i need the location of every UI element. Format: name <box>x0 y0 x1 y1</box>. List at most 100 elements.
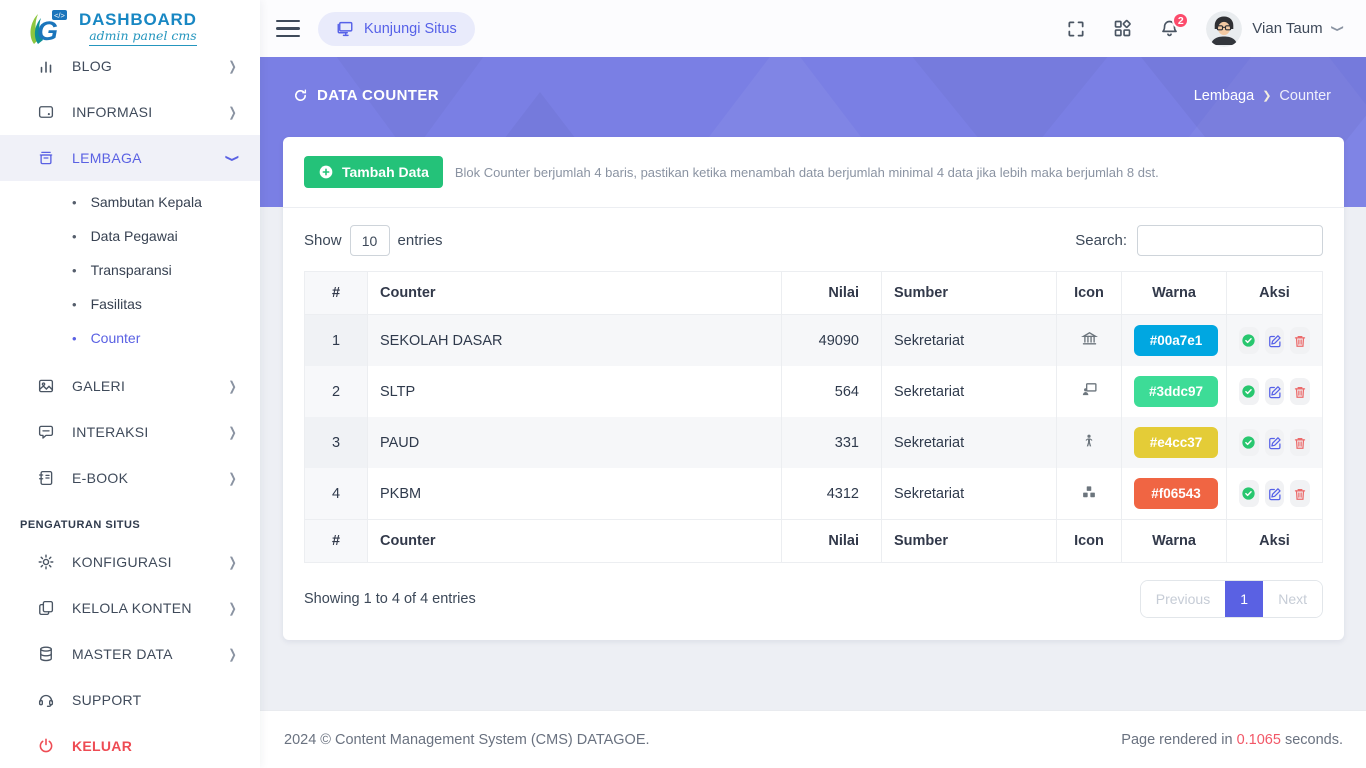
bullet-icon: • <box>72 331 77 346</box>
sidebar-item-galeri[interactable]: GALERI ❯ <box>0 363 260 409</box>
chevron-right-icon: ❯ <box>229 646 238 662</box>
col-footer-warna: Warna <box>1122 520 1227 563</box>
monitor-icon <box>336 20 354 38</box>
approve-button[interactable] <box>1239 327 1259 354</box>
edit-button[interactable] <box>1265 327 1285 354</box>
pagination-next[interactable]: Next <box>1263 581 1322 617</box>
visit-site-button[interactable]: Kunjungi Situs <box>318 12 475 46</box>
chart-bars-icon <box>36 56 56 76</box>
cell-counter: PAUD <box>368 417 782 468</box>
pagination-previous[interactable]: Previous <box>1141 581 1225 617</box>
user-name: Vian Taum <box>1252 20 1322 37</box>
edit-button[interactable] <box>1265 378 1285 405</box>
col-header-icon[interactable]: Icon <box>1057 272 1122 315</box>
col-header-warna[interactable]: Warna <box>1122 272 1227 315</box>
pagination-page-1[interactable]: 1 <box>1225 581 1263 617</box>
lembaga-submenu: • Sambutan Kepala • Data Pegawai • Trans… <box>0 181 260 363</box>
approve-button[interactable] <box>1239 429 1259 456</box>
edit-button[interactable] <box>1265 429 1285 456</box>
color-badge: #f06543 <box>1134 478 1218 509</box>
cell-nilai: 564 <box>782 366 882 417</box>
render-time-value: 0.1065 <box>1237 732 1281 748</box>
col-footer-sumber: Sumber <box>882 520 1057 563</box>
user-menu[interactable]: Vian Taum ❯ <box>1206 11 1341 47</box>
sidebar-item-ebook[interactable]: E-BOOK ❯ <box>0 455 260 501</box>
submenu-item-fasilitas[interactable]: • Fasilitas <box>0 287 260 321</box>
submenu-item-label: Sambutan Kepala <box>91 194 202 210</box>
chevron-down-icon: ❯ <box>1330 25 1343 33</box>
counter-note: Blok Counter berjumlah 4 baris, pastikan… <box>455 165 1159 180</box>
submenu-item-sambutan-kepala[interactable]: • Sambutan Kepala <box>0 185 260 219</box>
page-length-select[interactable]: 10 <box>350 225 390 256</box>
svg-text:G: G <box>37 16 58 46</box>
data-counter-card: Tambah Data Blok Counter berjumlah 4 bar… <box>283 137 1344 640</box>
hamburger-menu-icon[interactable] <box>276 20 300 38</box>
bullet-icon: • <box>72 195 77 210</box>
col-header-nilai[interactable]: Nilai <box>782 272 882 315</box>
search-input[interactable] <box>1137 225 1323 256</box>
sidebar-item-keluar[interactable]: KELUAR <box>0 723 260 768</box>
sidebar-item-support[interactable]: SUPPORT <box>0 677 260 723</box>
sidebar-item-label: MASTER DATA <box>72 646 173 662</box>
col-header-counter[interactable]: Counter <box>368 272 782 315</box>
brand[interactable]: G </> DASHBOARD admin panel cms <box>0 0 260 57</box>
info-card-icon <box>36 102 56 122</box>
table-footer-header-row: # Counter Nilai Sumber Icon Warna Aksi <box>305 520 1323 563</box>
sidebar-menu: BLOG ❯ INFORMASI ❯ LEMBAGA ❯ • Sambutan … <box>0 43 260 768</box>
sidebar-item-konfigurasi[interactable]: KONFIGURASI ❯ <box>0 539 260 585</box>
submenu-item-transparansi[interactable]: • Transparansi <box>0 253 260 287</box>
bank-icon <box>1057 315 1122 367</box>
visit-site-label: Kunjungi Situs <box>364 21 457 37</box>
sidebar: G </> DASHBOARD admin panel cms BLOG ❯ I… <box>0 0 260 768</box>
approve-button[interactable] <box>1239 378 1259 405</box>
submenu-item-label: Fasilitas <box>91 296 142 312</box>
cell-counter: SEKOLAH DASAR <box>368 315 782 367</box>
cell-nilai: 49090 <box>782 315 882 367</box>
gear-icon <box>36 552 56 572</box>
delete-button[interactable] <box>1290 429 1310 456</box>
breadcrumb-parent[interactable]: Lembaga <box>1194 88 1254 104</box>
brand-subtitle: admin panel cms <box>89 30 196 46</box>
sidebar-item-kelola-konten[interactable]: KELOLA KONTEN ❯ <box>0 585 260 631</box>
edit-button[interactable] <box>1265 480 1285 507</box>
cell-num: 1 <box>305 315 368 367</box>
submenu-item-data-pegawai[interactable]: • Data Pegawai <box>0 219 260 253</box>
sidebar-item-lembaga[interactable]: LEMBAGA ❯ <box>0 135 260 181</box>
delete-button[interactable] <box>1290 480 1310 507</box>
delete-button[interactable] <box>1290 327 1310 354</box>
color-badge: #00a7e1 <box>1134 325 1218 356</box>
page-title: DATA COUNTER <box>293 87 439 104</box>
cell-num: 2 <box>305 366 368 417</box>
copyright-text: 2024 © Content Management System (CMS) D… <box>284 732 650 748</box>
submenu-item-counter[interactable]: • Counter <box>0 321 260 355</box>
sidebar-item-label: SUPPORT <box>72 692 142 708</box>
search-label: Search: <box>1075 232 1127 249</box>
page-footer: 2024 © Content Management System (CMS) D… <box>260 710 1366 768</box>
copy-icon <box>36 598 56 618</box>
chevron-right-icon: ❯ <box>229 58 238 74</box>
approve-button[interactable] <box>1239 480 1259 507</box>
sidebar-item-label: E-BOOK <box>72 470 128 486</box>
col-header-sumber[interactable]: Sumber <box>882 272 1057 315</box>
cell-sumber: Sekretariat <box>882 417 1057 468</box>
table-row: 4 PKBM 4312 Sekretariat #f06543 <box>305 468 1323 520</box>
sidebar-item-master-data[interactable]: MASTER DATA ❯ <box>0 631 260 677</box>
sidebar-item-interaksi[interactable]: INTERAKSI ❯ <box>0 409 260 455</box>
col-footer-counter: Counter <box>368 520 782 563</box>
col-header-aksi[interactable]: Aksi <box>1227 272 1323 315</box>
brand-title: DASHBOARD <box>79 11 197 28</box>
pagination: Previous 1 Next <box>1140 580 1323 618</box>
cell-nilai: 4312 <box>782 468 882 520</box>
notifications-bell-icon[interactable]: 2 <box>1159 18 1180 39</box>
cell-counter: PKBM <box>368 468 782 520</box>
apps-grid-icon[interactable] <box>1112 18 1133 39</box>
fullscreen-icon[interactable] <box>1066 19 1086 39</box>
chevron-right-icon: ❯ <box>229 554 238 570</box>
svg-text:</>: </> <box>54 11 65 20</box>
col-header-num[interactable]: # <box>305 272 368 315</box>
col-footer-num: # <box>305 520 368 563</box>
delete-button[interactable] <box>1290 378 1310 405</box>
sidebar-item-informasi[interactable]: INFORMASI ❯ <box>0 89 260 135</box>
table-row: 3 PAUD 331 Sekretariat #e4cc37 <box>305 417 1323 468</box>
add-data-button[interactable]: Tambah Data <box>304 156 443 188</box>
